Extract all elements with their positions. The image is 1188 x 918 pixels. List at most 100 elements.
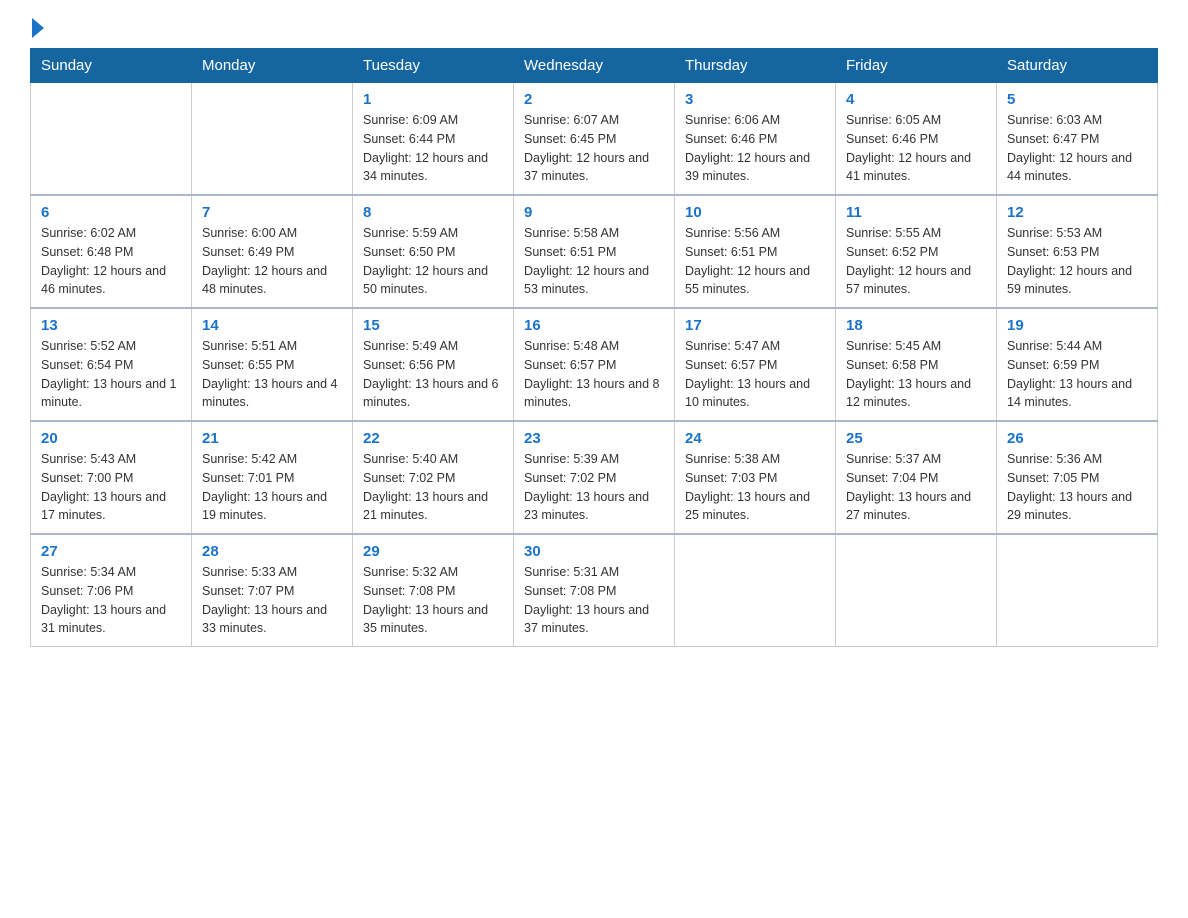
day-info: Sunrise: 6:09 AMSunset: 6:44 PMDaylight:… xyxy=(363,111,503,186)
day-info: Sunrise: 5:45 AMSunset: 6:58 PMDaylight:… xyxy=(846,337,986,412)
calendar-cell xyxy=(997,534,1158,647)
calendar-cell: 7Sunrise: 6:00 AMSunset: 6:49 PMDaylight… xyxy=(192,195,353,308)
calendar-cell: 28Sunrise: 5:33 AMSunset: 7:07 PMDayligh… xyxy=(192,534,353,647)
calendar-week-row: 6Sunrise: 6:02 AMSunset: 6:48 PMDaylight… xyxy=(31,195,1158,308)
calendar-cell: 19 Sunrise: 5:44 AMSunset: 6:59 PMDayligh… xyxy=(997,308,1158,421)
day-number: 21 xyxy=(202,430,342,447)
day-number: 25 xyxy=(846,430,986,447)
calendar-cell: 24 Sunrise: 5:38 AMSunset: 7:03 PMDayligh… xyxy=(675,421,836,534)
day-info: Sunrise: 6:05 AMSunset: 6:46 PMDaylight:… xyxy=(846,111,986,186)
day-info: Sunrise: 5:47 AMSunset: 6:57 PMDaylight:… xyxy=(685,337,825,412)
weekday-header-friday: Friday xyxy=(836,49,997,83)
day-info: Sunrise: 5:43 AMSunset: 7:00 PMDaylight:… xyxy=(41,450,181,525)
day-info: Sunrise: 6:07 AMSunset: 6:45 PMDaylight:… xyxy=(524,111,664,186)
header xyxy=(30,20,1158,38)
day-number: 5 xyxy=(1007,91,1147,108)
calendar-cell: 21 Sunrise: 5:42 AMSunset: 7:01 PMDayligh… xyxy=(192,421,353,534)
calendar-cell: 30 Sunrise: 5:31 AMSunset: 7:08 PMDayligh… xyxy=(514,534,675,647)
day-info: Sunrise: 5:33 AMSunset: 7:07 PMDaylight:… xyxy=(202,563,342,638)
day-number: 10 xyxy=(685,204,825,221)
day-info: Sunrise: 5:58 AMSunset: 6:51 PMDaylight:… xyxy=(524,224,664,299)
day-number: 16 xyxy=(524,317,664,334)
day-info: Sunrise: 5:31 AMSunset: 7:08 PMDaylight:… xyxy=(524,563,664,638)
calendar-cell: 29 Sunrise: 5:32 AMSunset: 7:08 PMDayligh… xyxy=(353,534,514,647)
weekday-header-tuesday: Tuesday xyxy=(353,49,514,83)
calendar-cell: 13 Sunrise: 5:52 AMSunset: 6:54 PMDayligh… xyxy=(31,308,192,421)
day-number: 24 xyxy=(685,430,825,447)
weekday-header-thursday: Thursday xyxy=(675,49,836,83)
day-number: 27 xyxy=(41,543,181,560)
day-number: 2 xyxy=(524,91,664,108)
calendar-cell: 16 Sunrise: 5:48 AMSunset: 6:57 PMDayligh… xyxy=(514,308,675,421)
day-info: Sunrise: 5:51 AMSunset: 6:55 PMDaylight:… xyxy=(202,337,342,412)
day-number: 29 xyxy=(363,543,503,560)
day-number: 8 xyxy=(363,204,503,221)
weekday-header-wednesday: Wednesday xyxy=(514,49,675,83)
logo-blue-part xyxy=(30,20,44,38)
day-info: Sunrise: 5:53 AMSunset: 6:53 PMDaylight:… xyxy=(1007,224,1147,299)
day-number: 12 xyxy=(1007,204,1147,221)
calendar-cell: 6Sunrise: 6:02 AMSunset: 6:48 PMDaylight… xyxy=(31,195,192,308)
calendar-week-row: 20 Sunrise: 5:43 AMSunset: 7:00 PMDayligh… xyxy=(31,421,1158,534)
day-number: 14 xyxy=(202,317,342,334)
day-number: 26 xyxy=(1007,430,1147,447)
day-info: Sunrise: 5:44 AMSunset: 6:59 PMDaylight:… xyxy=(1007,337,1147,412)
calendar-cell: 27 Sunrise: 5:34 AMSunset: 7:06 PMDayligh… xyxy=(31,534,192,647)
logo-triangle-icon xyxy=(32,18,44,38)
day-info: Sunrise: 5:38 AMSunset: 7:03 PMDaylight:… xyxy=(685,450,825,525)
calendar-table: SundayMondayTuesdayWednesdayThursdayFrid… xyxy=(30,48,1158,647)
day-number: 22 xyxy=(363,430,503,447)
weekday-header-sunday: Sunday xyxy=(31,49,192,83)
calendar-cell: 17 Sunrise: 5:47 AMSunset: 6:57 PMDayligh… xyxy=(675,308,836,421)
calendar-cell: 1 Sunrise: 6:09 AMSunset: 6:44 PMDaylight… xyxy=(353,83,514,196)
day-info: Sunrise: 5:39 AMSunset: 7:02 PMDaylight:… xyxy=(524,450,664,525)
day-number: 19 xyxy=(1007,317,1147,334)
day-number: 11 xyxy=(846,204,986,221)
calendar-cell: 10 Sunrise: 5:56 AMSunset: 6:51 PMDayligh… xyxy=(675,195,836,308)
calendar-week-row: 27 Sunrise: 5:34 AMSunset: 7:06 PMDayligh… xyxy=(31,534,1158,647)
day-number: 9 xyxy=(524,204,664,221)
calendar-cell: 18 Sunrise: 5:45 AMSunset: 6:58 PMDayligh… xyxy=(836,308,997,421)
day-info: Sunrise: 5:59 AMSunset: 6:50 PMDaylight:… xyxy=(363,224,503,299)
day-info: Sunrise: 5:34 AMSunset: 7:06 PMDaylight:… xyxy=(41,563,181,638)
calendar-week-row: 13 Sunrise: 5:52 AMSunset: 6:54 PMDayligh… xyxy=(31,308,1158,421)
day-info: Sunrise: 6:02 AMSunset: 6:48 PMDaylight:… xyxy=(41,224,181,299)
calendar-cell: 23Sunrise: 5:39 AMSunset: 7:02 PMDayligh… xyxy=(514,421,675,534)
day-number: 4 xyxy=(846,91,986,108)
calendar-cell xyxy=(836,534,997,647)
day-number: 30 xyxy=(524,543,664,560)
day-number: 1 xyxy=(363,91,503,108)
calendar-header-row: SundayMondayTuesdayWednesdayThursdayFrid… xyxy=(31,49,1158,83)
weekday-header-monday: Monday xyxy=(192,49,353,83)
day-info: Sunrise: 6:06 AMSunset: 6:46 PMDaylight:… xyxy=(685,111,825,186)
calendar-cell: 26 Sunrise: 5:36 AMSunset: 7:05 PMDayligh… xyxy=(997,421,1158,534)
day-info: Sunrise: 5:55 AMSunset: 6:52 PMDaylight:… xyxy=(846,224,986,299)
calendar-week-row: 1 Sunrise: 6:09 AMSunset: 6:44 PMDaylight… xyxy=(31,83,1158,196)
day-info: Sunrise: 5:36 AMSunset: 7:05 PMDaylight:… xyxy=(1007,450,1147,525)
calendar-cell: 25 Sunrise: 5:37 AMSunset: 7:04 PMDayligh… xyxy=(836,421,997,534)
calendar-cell: 5 Sunrise: 6:03 AMSunset: 6:47 PMDaylight… xyxy=(997,83,1158,196)
calendar-cell: 3Sunrise: 6:06 AMSunset: 6:46 PMDaylight… xyxy=(675,83,836,196)
calendar-cell: 14 Sunrise: 5:51 AMSunset: 6:55 PMDayligh… xyxy=(192,308,353,421)
calendar-cell: 11 Sunrise: 5:55 AMSunset: 6:52 PMDayligh… xyxy=(836,195,997,308)
day-info: Sunrise: 5:56 AMSunset: 6:51 PMDaylight:… xyxy=(685,224,825,299)
calendar-cell xyxy=(192,83,353,196)
day-number: 20 xyxy=(41,430,181,447)
calendar-cell: 20 Sunrise: 5:43 AMSunset: 7:00 PMDayligh… xyxy=(31,421,192,534)
day-number: 13 xyxy=(41,317,181,334)
day-info: Sunrise: 5:32 AMSunset: 7:08 PMDaylight:… xyxy=(363,563,503,638)
calendar-cell: 12 Sunrise: 5:53 AMSunset: 6:53 PMDayligh… xyxy=(997,195,1158,308)
day-number: 15 xyxy=(363,317,503,334)
day-number: 17 xyxy=(685,317,825,334)
calendar-cell: 4 Sunrise: 6:05 AMSunset: 6:46 PMDaylight… xyxy=(836,83,997,196)
day-info: Sunrise: 5:42 AMSunset: 7:01 PMDaylight:… xyxy=(202,450,342,525)
day-info: Sunrise: 5:52 AMSunset: 6:54 PMDaylight:… xyxy=(41,337,181,412)
calendar-cell xyxy=(31,83,192,196)
day-info: Sunrise: 5:48 AMSunset: 6:57 PMDaylight:… xyxy=(524,337,664,412)
day-info: Sunrise: 5:37 AMSunset: 7:04 PMDaylight:… xyxy=(846,450,986,525)
calendar-cell: 15 Sunrise: 5:49 AMSunset: 6:56 PMDayligh… xyxy=(353,308,514,421)
day-info: Sunrise: 5:49 AMSunset: 6:56 PMDaylight:… xyxy=(363,337,503,412)
day-info: Sunrise: 6:03 AMSunset: 6:47 PMDaylight:… xyxy=(1007,111,1147,186)
weekday-header-saturday: Saturday xyxy=(997,49,1158,83)
day-number: 18 xyxy=(846,317,986,334)
